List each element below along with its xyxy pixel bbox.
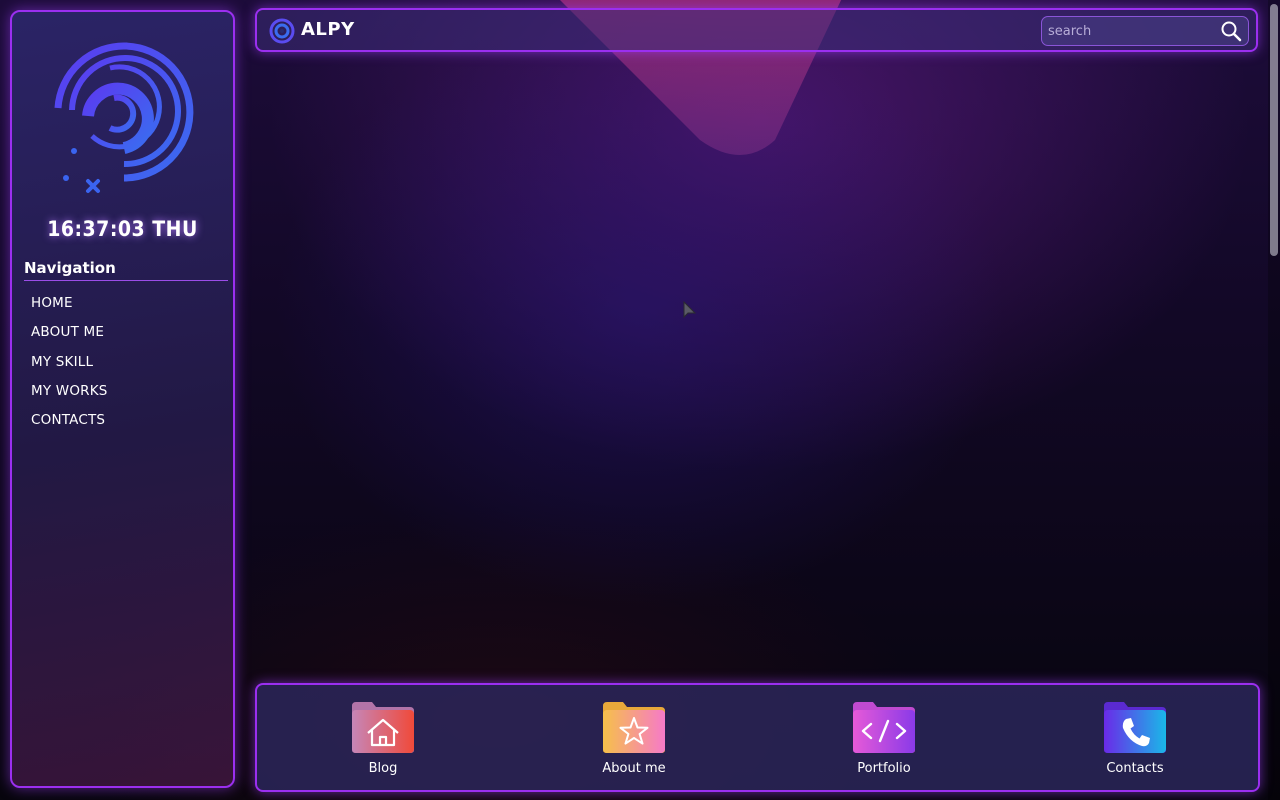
dock-item-portfolio[interactable]: Portfolio xyxy=(824,700,944,786)
code-icon xyxy=(853,702,915,753)
home-icon xyxy=(352,702,414,753)
brand-logo-icon[interactable] xyxy=(269,18,295,44)
phone-icon xyxy=(1104,702,1166,753)
alpy-logo-icon xyxy=(54,42,194,193)
mouse-cursor-icon xyxy=(683,301,697,319)
brand-name[interactable]: ALPY xyxy=(301,19,355,40)
nav-item-my-skill[interactable]: MY SKILL xyxy=(31,354,108,383)
top-bar: ALPY xyxy=(255,8,1258,52)
clock: 16:37:03 THU xyxy=(47,217,198,241)
dock-item-contacts[interactable]: Contacts xyxy=(1075,700,1195,786)
dock: Blog About me Portfolio Contacts xyxy=(255,683,1260,792)
nav-item-home[interactable]: HOME xyxy=(31,295,108,324)
dock-label-blog: Blog xyxy=(368,761,398,776)
nav-item-my-works[interactable]: MY WORKS xyxy=(31,383,108,412)
nav-item-contacts[interactable]: CONTACTS xyxy=(31,412,108,441)
dock-label-portfolio: Portfolio xyxy=(857,761,911,776)
scrollbar-thumb[interactable] xyxy=(1270,4,1278,256)
nav-list: HOME ABOUT ME MY SKILL MY WORKS CONTACTS xyxy=(31,295,108,441)
nav-item-about-me[interactable]: ABOUT ME xyxy=(31,324,108,353)
search-icon[interactable] xyxy=(1220,20,1242,42)
scrollbar[interactable] xyxy=(1268,0,1280,800)
dock-label-contacts: Contacts xyxy=(1106,761,1164,776)
search-input[interactable] xyxy=(1048,21,1213,41)
star-icon xyxy=(603,702,665,753)
dock-label-about-me: About me xyxy=(602,761,666,776)
dock-item-blog[interactable]: Blog xyxy=(323,700,443,786)
search-box xyxy=(1041,16,1249,46)
navigation-title: Navigation xyxy=(24,259,228,281)
sidebar: 16:37:03 THU Navigation HOME ABOUT ME MY… xyxy=(10,10,235,788)
dock-item-about-me[interactable]: About me xyxy=(574,700,694,786)
